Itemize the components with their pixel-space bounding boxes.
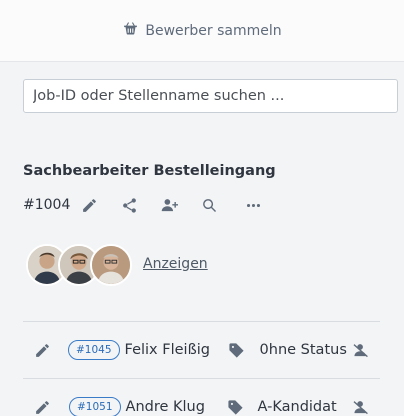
candidate-name[interactable]: Andre Klug bbox=[126, 399, 226, 415]
pencil-icon bbox=[82, 198, 96, 212]
candidate-name[interactable]: Felix Fleißig bbox=[125, 342, 225, 358]
remove-user-icon[interactable] bbox=[352, 397, 372, 416]
job-search-input[interactable] bbox=[23, 79, 398, 113]
search-icon bbox=[202, 198, 216, 212]
collect-applicants-label: Bewerber sammeln bbox=[145, 22, 282, 39]
job-id: #1004 bbox=[23, 197, 71, 213]
pencil-icon bbox=[35, 400, 49, 414]
candidate-status[interactable]: A-Kandidat bbox=[258, 399, 350, 415]
more-button[interactable] bbox=[243, 195, 263, 215]
divider bbox=[23, 378, 380, 379]
share-icon bbox=[122, 197, 136, 213]
show-team-link[interactable]: Anzeigen bbox=[143, 256, 208, 272]
candidate-id-badge[interactable]: #1051 bbox=[69, 397, 121, 416]
edit-job-button[interactable] bbox=[79, 195, 99, 215]
candidate-row[interactable]: #1051 Andre Klug A-Kandidat bbox=[23, 395, 380, 416]
collect-applicants-button[interactable]: Bewerber sammeln bbox=[0, 0, 404, 62]
edit-candidate-button[interactable] bbox=[32, 397, 52, 416]
candidate-id-badge[interactable]: #1045 bbox=[68, 340, 120, 360]
tag-icon[interactable] bbox=[227, 340, 247, 360]
job-toolbar: #1004 bbox=[23, 194, 263, 216]
remove-user-icon[interactable] bbox=[352, 340, 372, 360]
search-button[interactable] bbox=[199, 195, 219, 215]
candidate-row[interactable]: #1045 Felix Fleißig 0hne Status bbox=[23, 338, 380, 362]
share-job-button[interactable] bbox=[119, 195, 139, 215]
add-user-icon bbox=[161, 198, 178, 211]
avatar bbox=[90, 244, 132, 286]
tag-icon[interactable] bbox=[226, 397, 246, 416]
add-user-button[interactable] bbox=[159, 195, 179, 215]
candidate-status[interactable]: 0hne Status bbox=[260, 342, 350, 358]
more-icon bbox=[246, 203, 260, 207]
pencil-icon bbox=[35, 343, 49, 357]
team-avatars bbox=[26, 244, 132, 286]
edit-candidate-button[interactable] bbox=[32, 340, 52, 360]
basket-icon bbox=[122, 20, 139, 41]
job-title: Sachbearbeiter Bestelleingang bbox=[23, 163, 276, 179]
divider bbox=[23, 321, 380, 322]
